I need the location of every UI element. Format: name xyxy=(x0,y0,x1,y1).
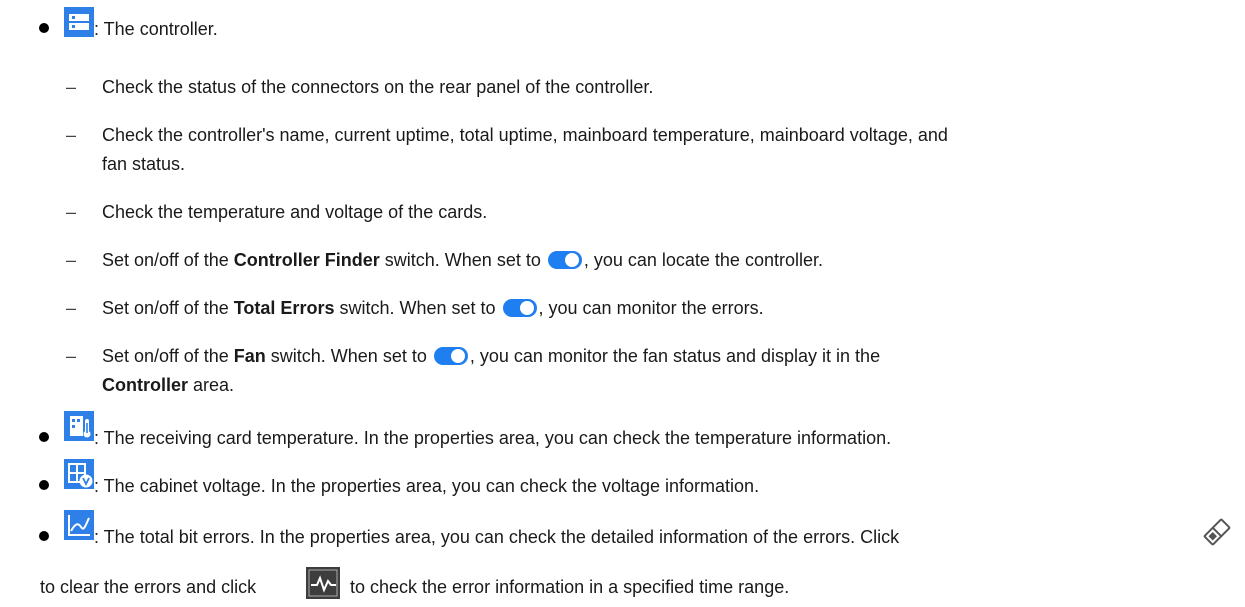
toggle-on-icon xyxy=(547,251,582,269)
dash: – xyxy=(66,202,77,222)
bit-errors-line2-pre: to clear the errors and click xyxy=(40,577,257,597)
subitem-total-errors: Set on/off of the Total Errors switch. W… xyxy=(102,297,764,319)
controller-description: : The controller. xyxy=(94,19,218,39)
subitem-controller-finder: Set on/off of the Controller Finder swit… xyxy=(102,249,823,271)
subitem-fan-continued: Controller area. xyxy=(102,374,234,396)
subitem-text: Check the status of the connectors on th… xyxy=(102,77,654,97)
bullet xyxy=(39,480,49,490)
controller-area-label: Controller xyxy=(102,375,189,395)
cabinet-voltage-icon xyxy=(64,459,94,489)
subitem-pre: Set on/off of the xyxy=(102,346,234,366)
fan-label: Fan xyxy=(233,346,266,366)
subitem-pre: Set on/off of the xyxy=(102,298,234,318)
dash: – xyxy=(66,125,77,145)
total-errors-label: Total Errors xyxy=(233,298,335,318)
subitem-text: Check the controller's name, current upt… xyxy=(102,125,948,145)
subitem-post: , you can monitor the errors. xyxy=(538,298,764,318)
subitem-mid: switch. When set to xyxy=(265,346,432,366)
dash: – xyxy=(66,77,77,97)
bullet xyxy=(39,432,49,442)
subitem-text-continued: fan status. xyxy=(102,154,186,174)
subitem-fan: Set on/off of the Fan switch. When set t… xyxy=(102,345,880,367)
clear-errors-icon[interactable] xyxy=(1198,513,1236,551)
dash: – xyxy=(66,298,77,318)
bullet xyxy=(39,23,49,33)
controller-icon xyxy=(64,7,94,37)
toggle-on-icon xyxy=(433,347,468,365)
bit-errors-line2-post: to check the error information in a spec… xyxy=(350,577,790,597)
bit-errors-icon xyxy=(64,510,94,540)
receiving-card-temperature-description: : The receiving card temperature. In the… xyxy=(94,428,892,448)
cabinet-voltage-description: : The cabinet voltage. In the properties… xyxy=(94,476,760,496)
subitem-text: Check the temperature and voltage of the… xyxy=(102,202,488,222)
subitem-mid: switch. When set to xyxy=(379,250,546,270)
subitem-post: , you can monitor the fan status and dis… xyxy=(469,346,881,366)
controller-finder-label: Controller Finder xyxy=(233,250,380,270)
subitem-post2: area. xyxy=(188,375,235,395)
subitem-pre: Set on/off of the xyxy=(102,250,234,270)
bit-errors-description: : The total bit errors. In the propertie… xyxy=(94,527,900,547)
dash: – xyxy=(66,346,77,366)
subitem-post: , you can locate the controller. xyxy=(583,250,823,270)
receiving-card-temperature-icon xyxy=(64,411,94,441)
toggle-on-icon xyxy=(502,299,537,317)
dash: – xyxy=(66,250,77,270)
bullet xyxy=(39,531,49,541)
error-chart-icon[interactable] xyxy=(306,567,340,599)
subitem-mid: switch. When set to xyxy=(334,298,501,318)
